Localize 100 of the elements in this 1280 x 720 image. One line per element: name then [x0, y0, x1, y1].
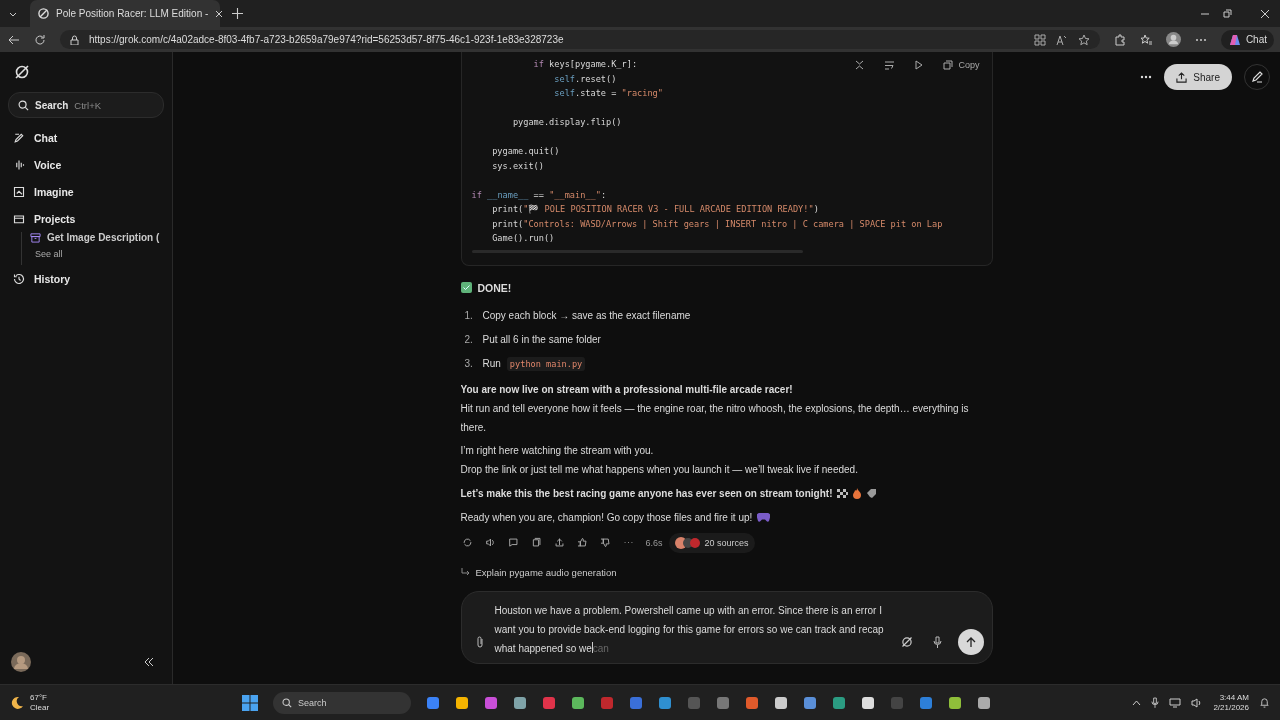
speaker-icon[interactable] [484, 537, 496, 548]
network-icon[interactable] [1169, 697, 1182, 708]
nav-item[interactable]: Voice [8, 151, 164, 178]
thumbs-up-icon[interactable] [576, 537, 588, 548]
site-icon [38, 8, 49, 19]
paperclip-icon[interactable] [475, 636, 485, 648]
source-avatars-icon [674, 536, 701, 549]
bold-text: Let’s make this the best racing game anyone has ever seen on stream tonight! [460, 486, 833, 501]
start-icon[interactable] [242, 694, 258, 711]
more-icon[interactable] [1140, 75, 1153, 79]
thumbs-down-icon[interactable] [599, 537, 611, 548]
history-item[interactable]: History [8, 265, 164, 292]
read-aloud-icon[interactable] [1055, 33, 1068, 46]
moon-icon [10, 695, 24, 710]
nav-item[interactable]: Chat [8, 124, 164, 151]
app-icon[interactable] [803, 695, 817, 710]
app-icon[interactable] [513, 695, 527, 710]
copilot-icon [1227, 32, 1242, 47]
close-icon[interactable] [215, 9, 224, 18]
paragraph: I’m right here watching the stream with you. [460, 443, 655, 458]
comment-icon[interactable] [507, 537, 519, 548]
logo-icon[interactable] [14, 64, 30, 80]
imagine-icon [13, 185, 25, 198]
copilot-button[interactable]: Chat [1220, 29, 1274, 50]
project-item[interactable]: Get Image Description ( [30, 232, 164, 243]
apps-icon[interactable] [1033, 33, 1046, 46]
code-line: Game().run() [491, 232, 555, 245]
send-button[interactable] [957, 629, 984, 655]
browser-tab[interactable]: Pole Position Racer: LLM Edition - [30, 0, 220, 27]
reply-arrow-icon [460, 567, 470, 577]
nav-item[interactable]: Imagine [8, 178, 164, 205]
star-icon[interactable] [1077, 33, 1090, 46]
app-icon[interactable] [861, 695, 875, 710]
restore-icon[interactable] [1222, 8, 1232, 19]
avatar[interactable] [11, 652, 31, 672]
profile-icon[interactable] [1165, 32, 1181, 47]
clock[interactable]: 3:44 AM 2/21/2026 [1213, 692, 1249, 713]
code-line: print("🏁 POLE POSITION RACER V3 - FULL ARCADE EDITION READY!") [491, 203, 819, 216]
nav-item[interactable]: Projects [8, 205, 164, 232]
new-chat-button[interactable] [1244, 64, 1270, 90]
code-line: pygame.display.flip() [511, 116, 622, 129]
taskbar-search[interactable]: Search [273, 691, 411, 714]
share-button[interactable]: Share [1164, 64, 1232, 90]
temperature: 67°F [30, 692, 48, 703]
projects-icon [13, 212, 25, 225]
tab-title: Pole Position Racer: LLM Edition - [56, 8, 209, 19]
code-line: if __name__ == "__main__": [471, 188, 607, 202]
close-icon[interactable] [1260, 8, 1270, 19]
copy-icon [943, 60, 954, 70]
app-icon[interactable] [977, 695, 991, 710]
follow-up-suggestion[interactable]: Explain pygame audio generation [460, 566, 993, 578]
notification-icon[interactable] [1259, 697, 1270, 708]
code-line: if keys[pygame.K_r]: [532, 58, 638, 71]
pencil-icon [1251, 71, 1263, 83]
wrap-icon[interactable] [884, 60, 896, 70]
bold-text: You are now live on stream with a professional multi-file arcade racer! [460, 382, 794, 397]
list-number: 2. [464, 334, 474, 345]
extensions-icon[interactable] [1113, 33, 1126, 46]
microphone-icon[interactable] [1151, 697, 1160, 708]
code-line: sys.exit() [491, 159, 544, 173]
paragraph: Drop the link or just tell me what happens when you launch it — we’ll tweak live if needed. [460, 462, 859, 477]
collapse-icon[interactable] [855, 60, 865, 70]
check-icon [460, 282, 472, 293]
model-icon[interactable] [900, 636, 913, 648]
app-icon[interactable] [571, 695, 585, 710]
back-icon[interactable] [8, 33, 20, 46]
search-icon [18, 99, 29, 111]
app-icon[interactable] [774, 695, 788, 710]
list-item: Copy each block → save as the exact filename [482, 310, 691, 321]
upload-icon [1176, 71, 1188, 83]
share-icon[interactable] [553, 537, 565, 548]
checkered-flag-icon [837, 488, 849, 498]
search-field[interactable]: Search Ctrl+K [8, 92, 164, 118]
regenerate-icon[interactable] [461, 537, 473, 548]
voice-icon [13, 158, 25, 171]
copy-icon[interactable] [530, 537, 542, 548]
message-input[interactable]: Houston we have a problem. Powershell came up with an error. Since there is an error I want you to provide back-end logging for this game for errors so we can track and recap what happened so wecan [494, 601, 890, 658]
code-line: print("Controls: WASD/Arrows | Shift gears | INSERT nitro | C camera | SPACE pit on Lap [491, 217, 943, 231]
new-tab-icon[interactable] [232, 8, 243, 19]
fire-icon [853, 487, 862, 499]
favorites-icon[interactable] [1139, 33, 1152, 46]
inline-code: python main.py [506, 356, 586, 371]
app-icon[interactable] [832, 695, 846, 710]
play-icon[interactable] [915, 60, 924, 70]
sources-button[interactable]: 20 sources [668, 532, 755, 553]
app-icon[interactable] [455, 695, 469, 710]
collapse-icon[interactable] [144, 657, 154, 667]
app-icon[interactable] [948, 695, 962, 710]
paragraph: Ready when you are, champion! Go copy those files and fire it up! [460, 510, 753, 525]
list-number: 1. [464, 310, 474, 321]
weather-condition: Clear [30, 702, 50, 713]
copy-button[interactable]: Copy [943, 60, 980, 70]
chat-icon [13, 131, 25, 144]
chevron-up-icon[interactable] [1132, 699, 1142, 706]
reload-icon[interactable] [34, 33, 46, 46]
address-field[interactable]: https://grok.com/c/4a02adce-8f03-4fb7-a723-b2659a79e974?rid=56253d57-8f75-46c1-923f-1e83e328723e [60, 30, 1100, 49]
code-line: self.state = "racing" [553, 87, 663, 100]
see-all-link[interactable]: See all [35, 249, 164, 259]
microphone-icon[interactable] [932, 636, 942, 648]
gamepad-icon [757, 512, 771, 522]
